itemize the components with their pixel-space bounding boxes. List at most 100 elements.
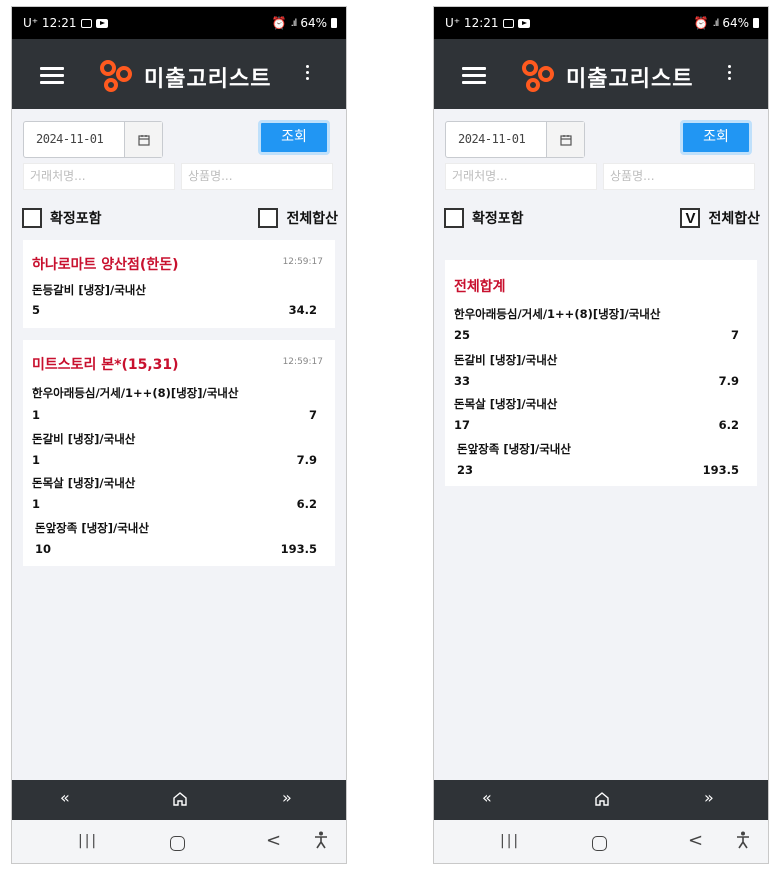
app-header: 미출고리스트 <box>12 39 346 109</box>
date-input[interactable]: 2024-11-01 <box>446 122 547 157</box>
checkbox-box[interactable] <box>444 208 464 228</box>
client-name: 미트스토리 본*(15,31) <box>32 357 179 373</box>
product-name: 돈앞장족 [냉장]/국내산 <box>457 442 571 456</box>
battery-icon <box>331 18 337 28</box>
home-icon[interactable] <box>172 791 188 810</box>
checkbox-label: 확정포함 <box>472 211 524 227</box>
system-nav-bar: ||| < <box>434 820 768 863</box>
more-options-icon[interactable] <box>728 65 732 81</box>
more-options-icon[interactable] <box>306 65 310 81</box>
accessibility-icon[interactable] <box>314 831 328 853</box>
client-name-input[interactable]: 거래처명... <box>23 163 175 190</box>
bottom-nav-bar: « » <box>434 780 768 820</box>
checkbox-label: 전체합산 <box>708 211 760 227</box>
checkbox-label: 전체합산 <box>286 211 338 227</box>
home-icon[interactable] <box>594 791 610 810</box>
system-home-button[interactable] <box>170 836 185 851</box>
page-title: 미출고리스트 <box>566 67 694 92</box>
amount: 34.2 <box>288 303 317 317</box>
recent-apps-button[interactable]: ||| <box>78 833 98 849</box>
checkbox-box[interactable] <box>22 208 42 228</box>
product-name: 돈목살 [냉장]/국내산 <box>454 397 558 411</box>
total-summary-card[interactable]: 전체합계 한우아래등심/거세/1++(8)[냉장]/국내산 25 7 돈갈비 [… <box>445 260 757 486</box>
product-name: 한우아래등심/거세/1++(8)[냉장]/국내산 <box>32 386 239 400</box>
quantity: 1 <box>32 497 41 511</box>
youtube-icon <box>95 18 108 28</box>
sum-all-checkbox[interactable]: V 전체합산 <box>680 206 760 230</box>
signal-icon: .ıl <box>290 17 298 29</box>
amount: 6.2 <box>296 497 317 511</box>
client-name-input[interactable]: 거래처명... <box>445 163 597 190</box>
page-title: 미출고리스트 <box>144 67 272 92</box>
accessibility-icon[interactable] <box>736 831 750 853</box>
quantity: 5 <box>32 303 41 317</box>
quantity: 23 <box>457 463 474 477</box>
date-picker[interactable]: 2024-11-01 <box>445 121 585 158</box>
product-name: 돈목살 [냉장]/국내산 <box>32 476 136 490</box>
phone-screen-right: U⁺ 12:21 ⏰ .ıl 64% 미출고리스트 2024-11-01 조회 … <box>433 6 769 864</box>
search-button[interactable]: 조회 <box>680 120 752 155</box>
battery-level: 64% <box>722 16 749 30</box>
client-name: 하나로마트 양산점(한돈) <box>32 257 179 273</box>
status-time: U⁺ 12:21 <box>23 16 77 30</box>
product-name: 돈앞장족 [냉장]/국내산 <box>35 521 149 535</box>
include-confirmed-checkbox[interactable]: 확정포함 <box>444 206 524 230</box>
status-bar: U⁺ 12:21 ⏰ .ıl 64% <box>434 7 768 39</box>
quantity: 1 <box>32 453 41 467</box>
quantity: 1 <box>32 408 41 422</box>
product-name-input[interactable]: 상품명... <box>181 163 333 190</box>
alarm-icon: ⏰ <box>693 16 709 30</box>
status-time: U⁺ 12:21 <box>445 16 499 30</box>
amount: 7.9 <box>296 453 317 467</box>
amount: 6.2 <box>718 418 739 432</box>
logo-icon <box>522 60 554 92</box>
include-confirmed-checkbox[interactable]: 확정포함 <box>22 206 102 230</box>
search-button[interactable]: 조회 <box>258 120 330 155</box>
amount: 7.9 <box>718 374 739 388</box>
back-button[interactable]: < <box>266 830 281 851</box>
recent-apps-button[interactable]: ||| <box>500 833 520 849</box>
hamburger-menu-icon[interactable] <box>462 67 486 84</box>
product-name: 돈갈비 [냉장]/국내산 <box>454 353 558 367</box>
order-time: 12:59:17 <box>282 357 323 367</box>
amount: 193.5 <box>702 463 739 477</box>
quantity: 25 <box>454 328 471 342</box>
checkbox-label: 확정포함 <box>50 211 102 227</box>
order-card[interactable]: 하나로마트 양산점(한돈) 12:59:17 돈등갈비 [냉장]/국내산 5 3… <box>23 240 335 328</box>
product-name: 한우아래등심/거세/1++(8)[냉장]/국내산 <box>454 307 661 321</box>
alarm-icon: ⏰ <box>271 16 287 30</box>
product-name-input[interactable]: 상품명... <box>603 163 755 190</box>
system-nav-bar: ||| < <box>12 820 346 863</box>
calendar-icon[interactable] <box>547 122 584 157</box>
bottom-nav-bar: « » <box>12 780 346 820</box>
checkbox-box[interactable]: V <box>680 208 701 228</box>
app-header: 미출고리스트 <box>434 39 768 109</box>
amount: 7 <box>730 328 739 342</box>
hamburger-menu-icon[interactable] <box>40 67 64 84</box>
product-name: 돈등갈비 [냉장]/국내산 <box>32 283 146 297</box>
gallery-icon <box>502 18 514 28</box>
phone-screen-left: U⁺ 12:21 ⏰ .ıl 64% 미출고리스트 2024-11-01 조회 … <box>11 6 347 864</box>
prev-page-button[interactable]: « <box>482 788 492 807</box>
gallery-icon <box>80 18 92 28</box>
next-page-button[interactable]: » <box>704 788 714 807</box>
back-button[interactable]: < <box>688 830 703 851</box>
order-card[interactable]: 미트스토리 본*(15,31) 12:59:17 한우아래등심/거세/1++(8… <box>23 340 335 566</box>
quantity: 33 <box>454 374 471 388</box>
checkbox-box[interactable] <box>258 208 279 228</box>
quantity: 17 <box>454 418 471 432</box>
sum-all-checkbox[interactable]: 전체합산 <box>258 206 338 230</box>
next-page-button[interactable]: » <box>282 788 292 807</box>
amount: 7 <box>308 408 317 422</box>
battery-icon <box>753 18 759 28</box>
order-time: 12:59:17 <box>282 257 323 267</box>
status-bar: U⁺ 12:21 ⏰ .ıl 64% <box>12 7 346 39</box>
amount: 193.5 <box>280 542 317 556</box>
date-input[interactable]: 2024-11-01 <box>24 122 125 157</box>
signal-icon: .ıl <box>712 17 720 29</box>
calendar-icon[interactable] <box>125 122 162 157</box>
system-home-button[interactable] <box>592 836 607 851</box>
date-picker[interactable]: 2024-11-01 <box>23 121 163 158</box>
quantity: 10 <box>35 542 52 556</box>
prev-page-button[interactable]: « <box>60 788 70 807</box>
